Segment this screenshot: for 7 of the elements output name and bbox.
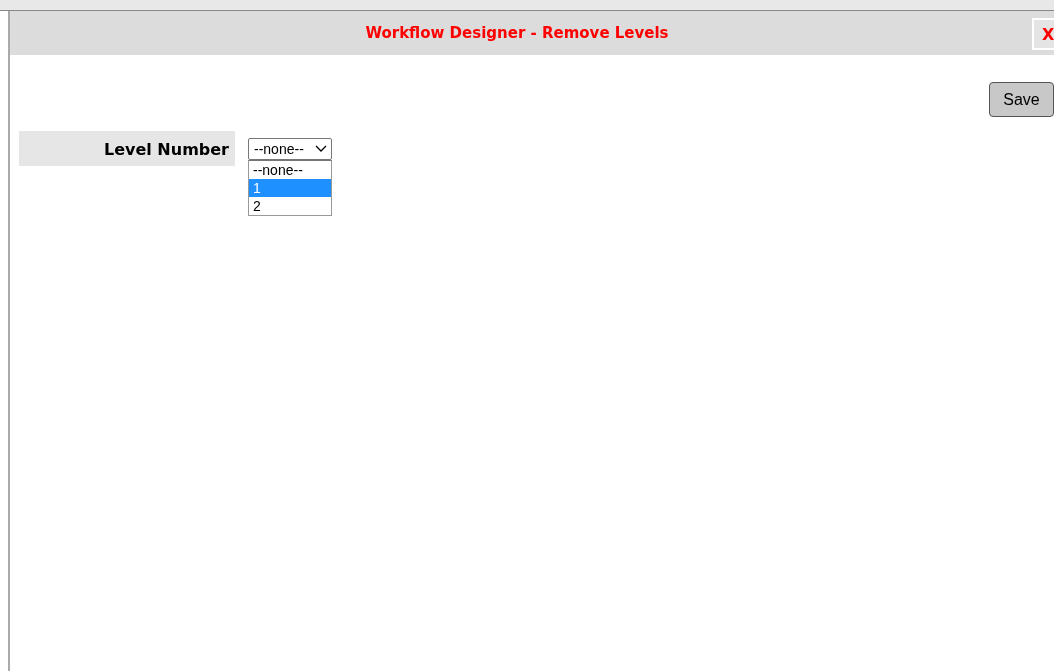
dropdown-option[interactable]: --none-- <box>249 161 331 179</box>
caret-icon <box>315 145 327 153</box>
dialog-title: Workflow Designer - Remove Levels <box>365 24 669 42</box>
level-dropdown[interactable]: --none-- <box>248 138 332 160</box>
dropdown-option[interactable]: 2 <box>249 197 331 215</box>
field-label: Level Number <box>19 131 235 166</box>
save-button[interactable]: Save <box>989 82 1054 117</box>
